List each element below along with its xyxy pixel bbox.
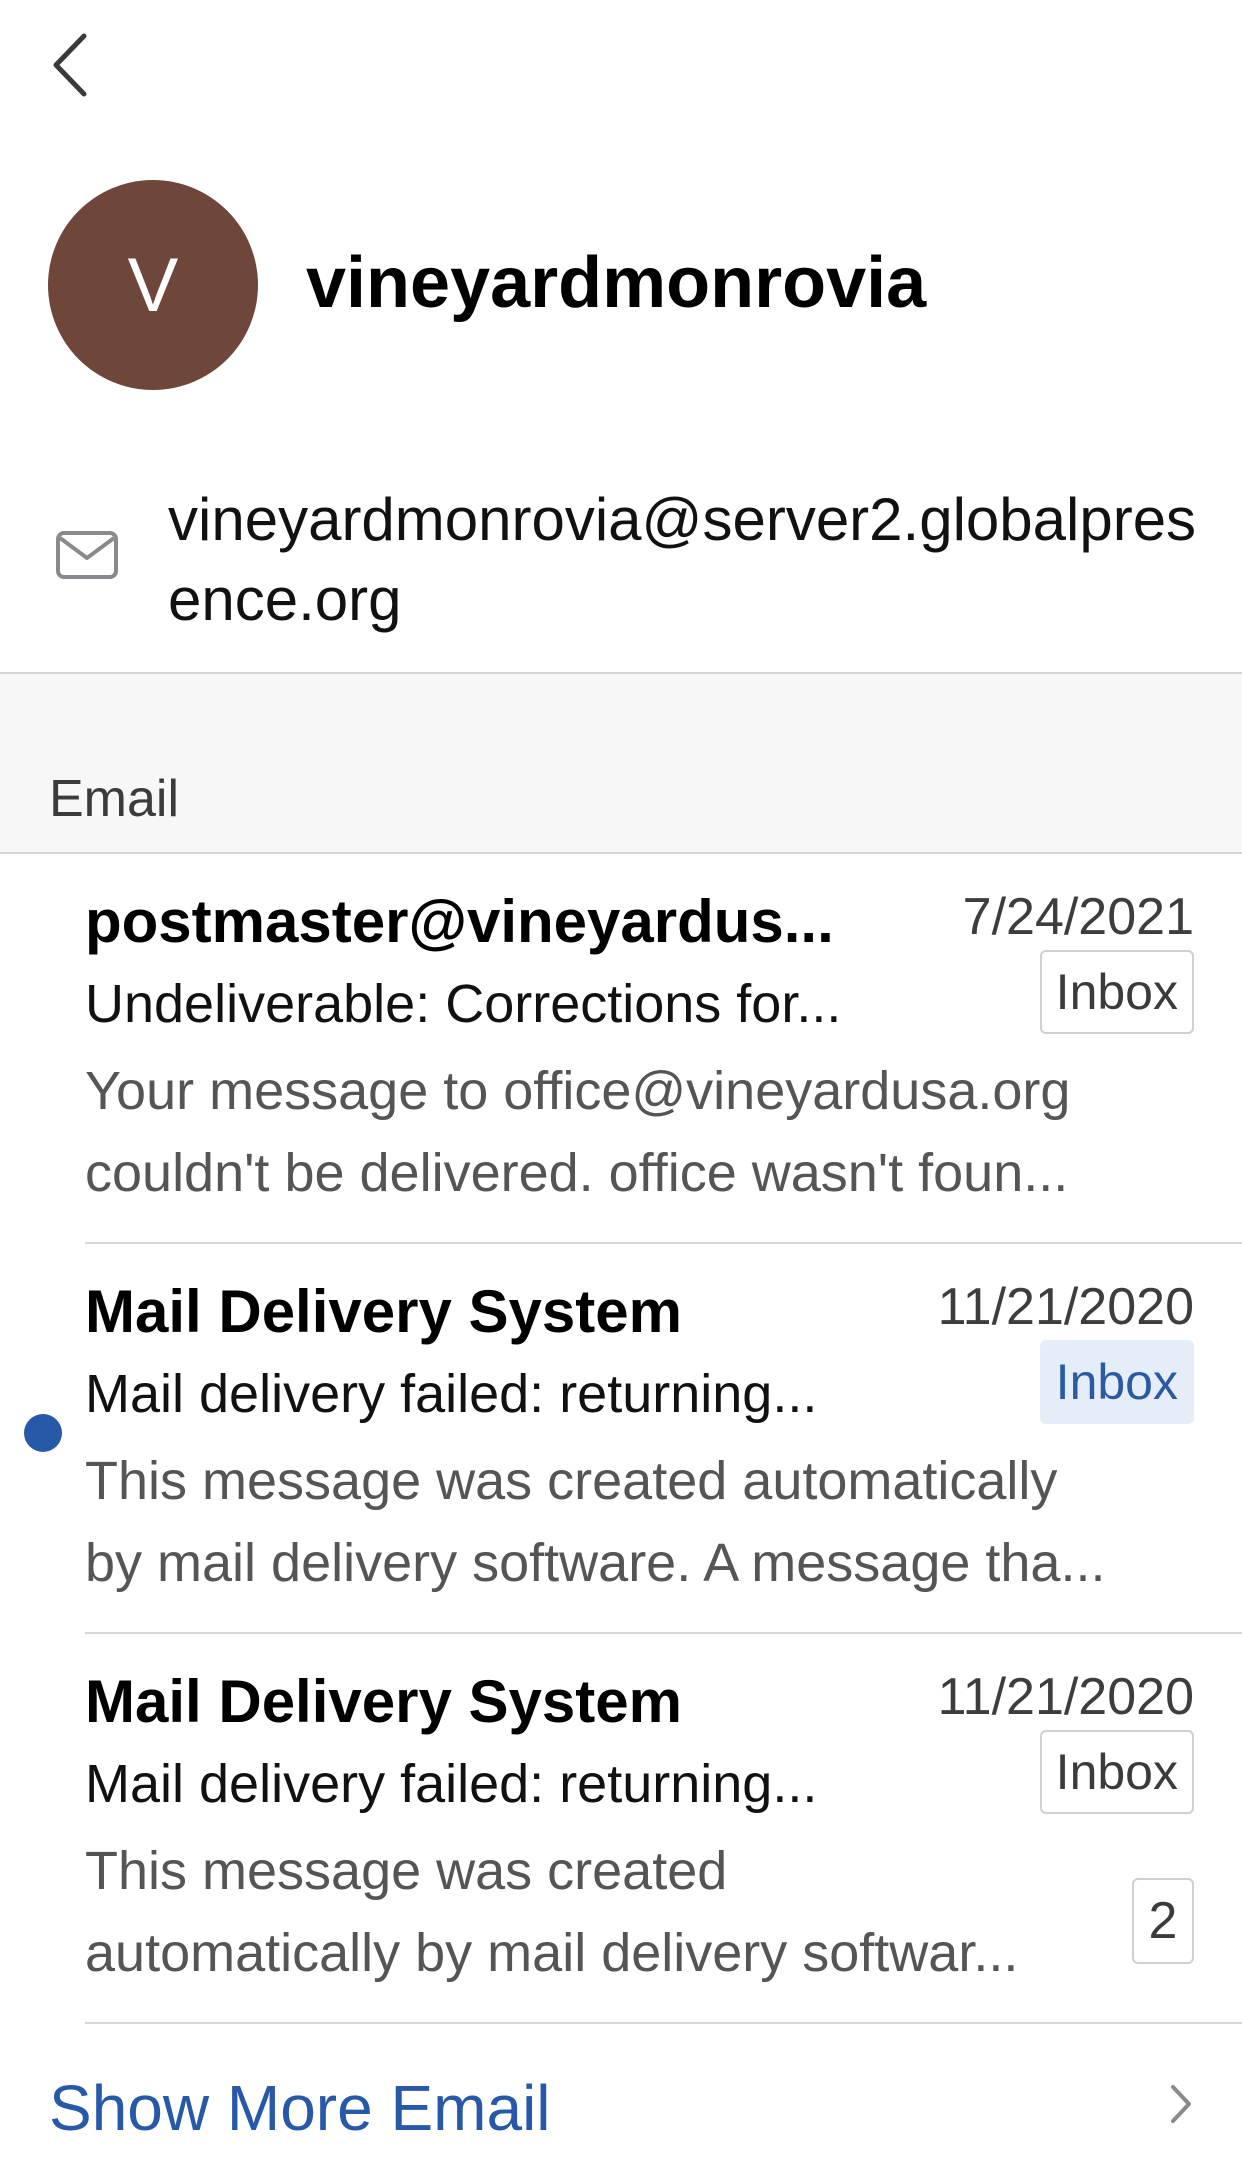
folder-badge: Inbox [1039,1340,1194,1424]
message-preview-line: Your message to office@vineyardusa.org [85,1061,1071,1121]
message-preview-line: This message was created [85,1841,728,1901]
section-title: Email [49,770,180,828]
email-address[interactable]: vineyardmonrovia@server2.globalpresence.… [168,480,1208,640]
message-date: 11/21/2020 [937,1668,1194,1726]
show-more-label: Show More Email [49,2072,551,2144]
email-address-row[interactable]: vineyardmonrovia@server2.globalpresence.… [0,470,1242,674]
message-item[interactable]: postmaster@vineyardus... 7/24/2021 Undel… [0,854,1242,1244]
message-preview-line: by mail delivery software. A message tha… [85,1533,1106,1593]
message-list: postmaster@vineyardus... 7/24/2021 Undel… [0,854,1242,2024]
chevron-right-icon [1171,2085,1191,2123]
message-subject: Mail delivery failed: returning... [85,1364,818,1424]
message-item[interactable]: Mail Delivery System 11/21/2020 Mail del… [0,1634,1242,2024]
show-more-email-button[interactable]: Show More Email [0,2026,1242,2182]
contact-name: vineyardmonrovia [306,243,927,323]
section-header: Email [0,674,1242,854]
message-sender: postmaster@vineyardus... [85,888,834,955]
message-item[interactable]: Mail Delivery System 11/21/2020 Mail del… [0,1244,1242,1634]
thread-count-badge: 2 [1132,1878,1194,1964]
divider [85,2022,1242,2024]
message-preview: Your message to office@vineyardusa.org c… [85,1050,1190,1214]
back-button[interactable] [50,30,120,100]
envelope-icon [56,531,118,579]
message-date: 11/21/2020 [937,1278,1194,1336]
folder-badge: Inbox [1039,950,1194,1034]
message-preview: This message was created automatically b… [85,1830,1115,1994]
avatar: V [48,180,258,390]
chevron-left-icon [53,33,87,97]
message-sender: Mail Delivery System [85,1278,682,1345]
message-subject: Undeliverable: Corrections for... [85,974,842,1034]
message-sender: Mail Delivery System [85,1668,682,1735]
unread-indicator [24,1414,62,1452]
message-subject: Mail delivery failed: returning... [85,1754,818,1814]
message-preview-line: couldn't be delivered. office wasn't fou… [85,1143,1069,1203]
message-date: 7/24/2021 [962,888,1194,946]
avatar-initial: V [127,242,179,328]
folder-badge: Inbox [1039,1730,1194,1814]
message-preview: This message was created automatically b… [85,1440,1190,1604]
message-preview-line: This message was created automatically [85,1451,1058,1511]
message-preview-line: automatically by mail delivery softwar..… [85,1923,1019,1983]
